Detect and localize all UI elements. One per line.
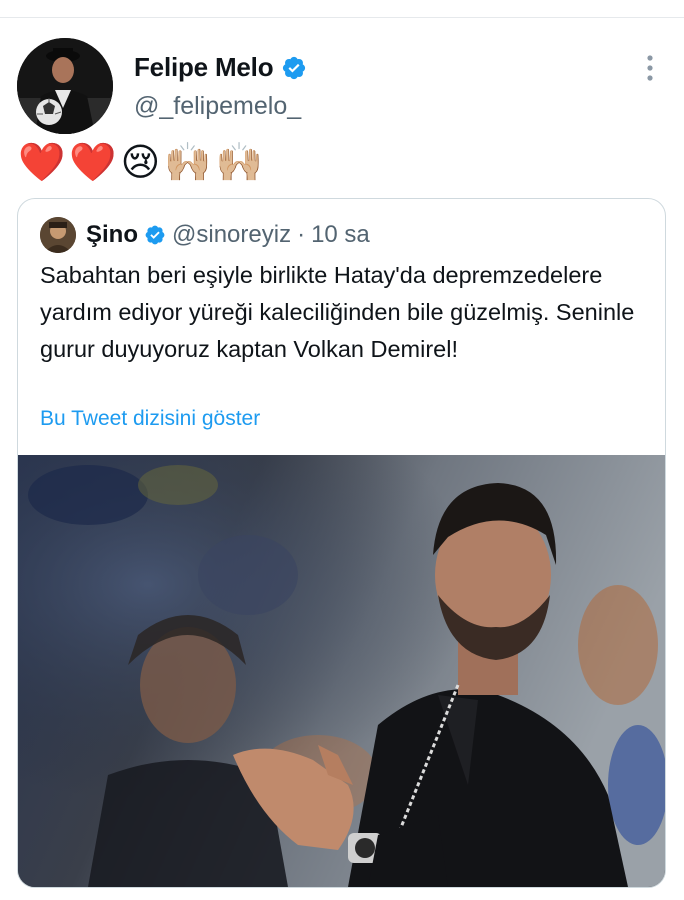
author-avatar[interactable] [17,38,113,134]
quoted-tweet-photo[interactable] [18,455,665,887]
raising-hands-emoji-icon: 🙌🏼 [164,142,212,184]
quoted-tweet-header: Şino @sinoreyiz · 10 sa [40,217,370,253]
raising-hands-emoji-icon: 🙌🏼 [215,142,263,184]
show-thread-link[interactable]: Bu Tweet dizisini göster [40,407,260,431]
quoted-timestamp[interactable]: 10 sa [311,221,370,249]
separator-dot: · [297,221,306,248]
crying-face-emoji-icon: 😢 [120,142,161,184]
top-divider [0,0,684,18]
quoted-author-handle[interactable]: @sinoreyiz [172,221,291,249]
more-vertical-icon[interactable] [636,52,664,84]
author-handle[interactable]: @_felipemelo_ [134,92,301,121]
author-name-row[interactable]: Felipe Melo [134,52,307,83]
heart-emoji-icon: ❤️ [69,142,117,184]
verified-badge-icon [144,224,166,246]
heart-emoji-icon: ❤️ [18,142,66,184]
quoted-author-avatar[interactable] [40,217,76,253]
quoted-author-name[interactable]: Şino [86,221,138,249]
quoted-tweet-text: Sabahtan beri eşiyle birlikte Hatay'da d… [40,262,635,362]
verified-badge-icon [281,55,307,81]
tweet-text-emojis: ❤️ ❤️ 😢 🙌🏼 🙌🏼 [18,138,263,188]
author-name[interactable]: Felipe Melo [134,52,274,83]
quoted-tweet-card[interactable]: Şino @sinoreyiz · 10 sa Sabahtan beri eş… [17,198,666,888]
